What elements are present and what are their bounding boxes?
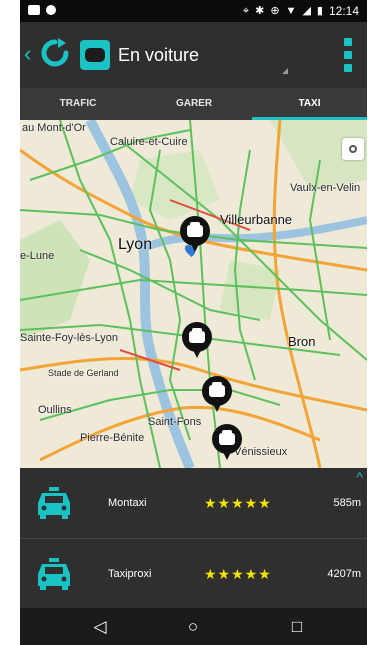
- wifi-icon: ▼: [285, 5, 297, 17]
- taxi-marker[interactable]: [212, 424, 242, 462]
- map-view[interactable]: au Mont-d'Or Caluire-et-Cuire Vaulx-en-V…: [20, 120, 367, 468]
- taxi-distance: 4207m: [327, 568, 361, 580]
- my-location-icon[interactable]: [342, 138, 364, 160]
- map-label: au Mont-d'Or: [22, 122, 86, 134]
- car-mode-button[interactable]: [80, 40, 110, 70]
- status-left-icons: [28, 5, 56, 15]
- dropdown-caret-icon[interactable]: [282, 68, 288, 74]
- page-title[interactable]: En voiture: [118, 45, 199, 66]
- battery-icon: ▮: [316, 5, 323, 17]
- map-label: Bron: [288, 334, 316, 349]
- app-bar: ‹ En voiture: [20, 22, 367, 88]
- list-item[interactable]: Montaxi ★★★★★ 585m: [20, 468, 367, 538]
- image-icon: [46, 5, 56, 15]
- rating-stars: ★★★★★: [204, 495, 272, 511]
- taxi-icon: [34, 558, 74, 590]
- map-label: Villeurbanne: [220, 212, 293, 227]
- taxi-icon: [209, 382, 225, 397]
- map-label: Stade de Gerland: [48, 368, 119, 378]
- tab-trafic[interactable]: TRAFIC: [20, 88, 136, 120]
- tab-taxi[interactable]: TAXI: [252, 88, 367, 120]
- taxi-distance: 585m: [333, 497, 361, 509]
- nav-back-icon[interactable]: ◁: [75, 608, 125, 645]
- tab-garer[interactable]: GARER: [136, 88, 252, 120]
- map-label: Sainte-Foy-lès-Lyon: [20, 332, 119, 344]
- bluetooth-icon: ✱: [255, 5, 265, 17]
- car-icon: [85, 48, 105, 62]
- tab-bar: TRAFIC GARER TAXI: [20, 88, 367, 120]
- taxi-icon: [189, 328, 205, 343]
- signal-icon: ◢: [302, 5, 311, 17]
- taxi-marker[interactable]: [202, 376, 232, 414]
- taxi-list: ^ Montaxi ★★★★★ 585m Taxiproxi ★★★★★ 420…: [20, 468, 367, 608]
- nav-home-icon[interactable]: ○: [168, 608, 218, 645]
- notification-icon: [28, 5, 40, 15]
- back-icon[interactable]: ‹: [24, 42, 38, 66]
- taxi-icon: [34, 487, 74, 519]
- taxi-icon: [187, 222, 203, 237]
- system-navbar: ◁ ○ □: [20, 608, 367, 645]
- map-label: Caluire-et-Cuire: [110, 136, 188, 148]
- status-bar: ⌖ ✱ ⊕ ▼ ◢ ▮ 12:14: [20, 0, 367, 22]
- taxi-name: Taxiproxi: [108, 568, 152, 580]
- status-time: 12:14: [328, 4, 359, 18]
- refresh-icon[interactable]: [38, 36, 72, 70]
- map-label: Pierre-Bénite: [80, 432, 145, 444]
- list-item[interactable]: Taxiproxi ★★★★★ 4207m: [20, 538, 367, 609]
- nav-recents-icon[interactable]: □: [272, 608, 322, 645]
- taxi-icon: [219, 430, 235, 445]
- phone-screen: ⌖ ✱ ⊕ ▼ ◢ ▮ 12:14 ‹ En voiture TRAFIC GA…: [20, 0, 367, 645]
- location-icon: ⌖: [242, 5, 250, 17]
- map-label: Oullins: [38, 404, 72, 416]
- menu-icon[interactable]: [344, 38, 352, 72]
- taxi-marker[interactable]: [182, 322, 212, 360]
- data-icon: ⊕: [270, 5, 280, 17]
- taxi-marker[interactable]: [180, 216, 210, 254]
- map-label: Vaulx-en-Velin: [290, 182, 361, 194]
- map-label: Saint-Fons: [148, 416, 202, 428]
- status-right: ⌖ ✱ ⊕ ▼ ◢ ▮ 12:14: [243, 3, 359, 19]
- map-label: e-Lune: [20, 250, 55, 262]
- taxi-name: Montaxi: [108, 497, 147, 509]
- map-label: Lyon: [118, 236, 153, 253]
- rating-stars: ★★★★★: [204, 566, 272, 582]
